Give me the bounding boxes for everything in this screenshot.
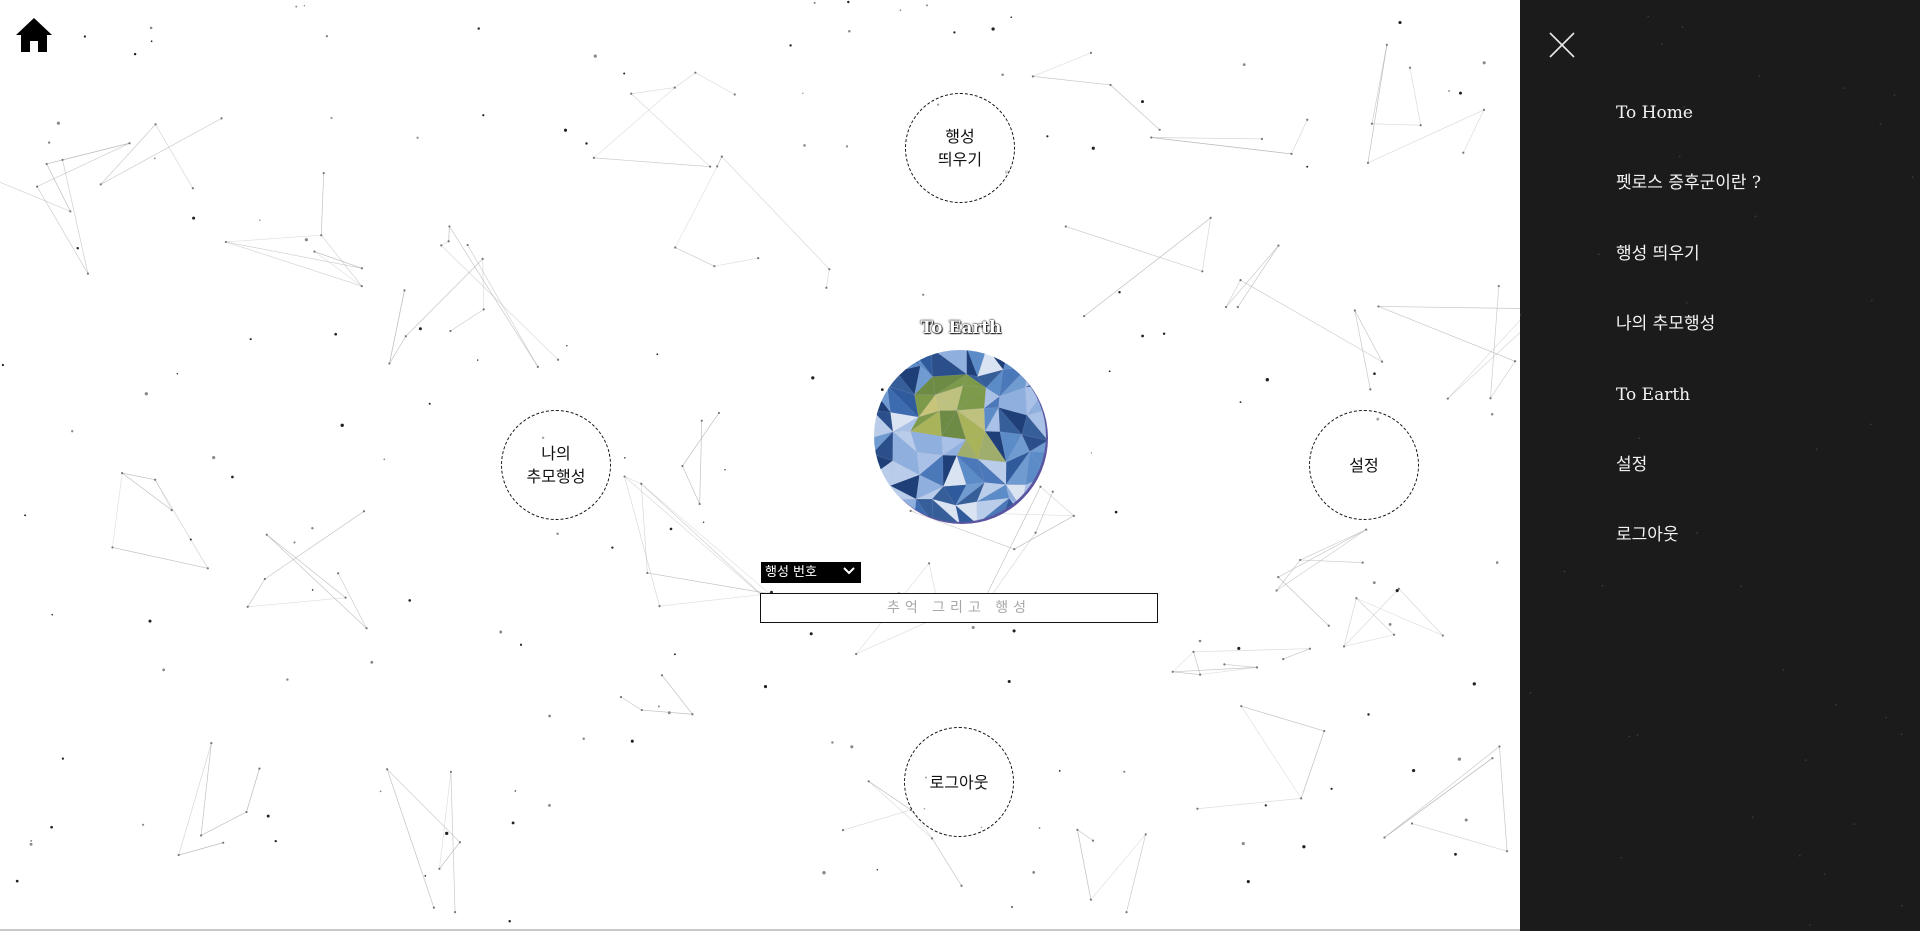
home-button[interactable]	[14, 16, 54, 54]
memorial-planet-label-line2: 추모행성	[526, 467, 586, 486]
planet-number-select[interactable]: 행성 번호	[761, 562, 861, 583]
logout-planet-label: 로그아웃	[929, 772, 989, 792]
menu-item-settings[interactable]: 설정	[1616, 452, 1761, 522]
side-menu: To Home 펫로스 증후군이란 ? 행성 띄우기 나의 추모행성 To Ea…	[1520, 0, 1920, 931]
menu-item-memorial-planet[interactable]: 나의 추모행성	[1616, 311, 1761, 381]
menu-list: To Home 펫로스 증후군이란 ? 행성 띄우기 나의 추모행성 To Ea…	[1616, 100, 1761, 593]
menu-item-logout[interactable]: 로그아웃	[1616, 522, 1761, 592]
earth-globe-button[interactable]	[872, 348, 1048, 524]
memorial-planet-label-line1: 나의	[541, 444, 571, 463]
launch-planet-label-line1: 행성	[945, 127, 975, 146]
close-menu-button[interactable]	[1547, 30, 1577, 60]
menu-item-launch-planet[interactable]: 행성 띄우기	[1616, 241, 1761, 311]
home-icon	[16, 18, 52, 52]
starfield-canvas: 행성띄우기 나의추모행성 설정 로그아웃 To Earth 행성 번호	[0, 0, 1520, 931]
menu-item-to-earth[interactable]: To Earth	[1616, 382, 1761, 452]
logout-planet-button[interactable]: 로그아웃	[904, 727, 1014, 837]
launch-planet-button[interactable]: 행성띄우기	[905, 93, 1015, 203]
settings-planet-button[interactable]: 설정	[1309, 410, 1419, 520]
close-icon	[1549, 32, 1575, 58]
menu-item-home[interactable]: To Home	[1616, 100, 1761, 170]
memory-input[interactable]	[760, 593, 1158, 623]
menu-item-petloss[interactable]: 펫로스 증후군이란 ?	[1616, 170, 1761, 240]
launch-planet-label-line2: 띄우기	[937, 150, 983, 169]
settings-planet-label: 설정	[1349, 455, 1379, 475]
memorial-planet-button[interactable]: 나의추모행성	[501, 410, 611, 520]
constellation-background	[0, 0, 1520, 923]
earth-title: To Earth	[920, 318, 1002, 338]
